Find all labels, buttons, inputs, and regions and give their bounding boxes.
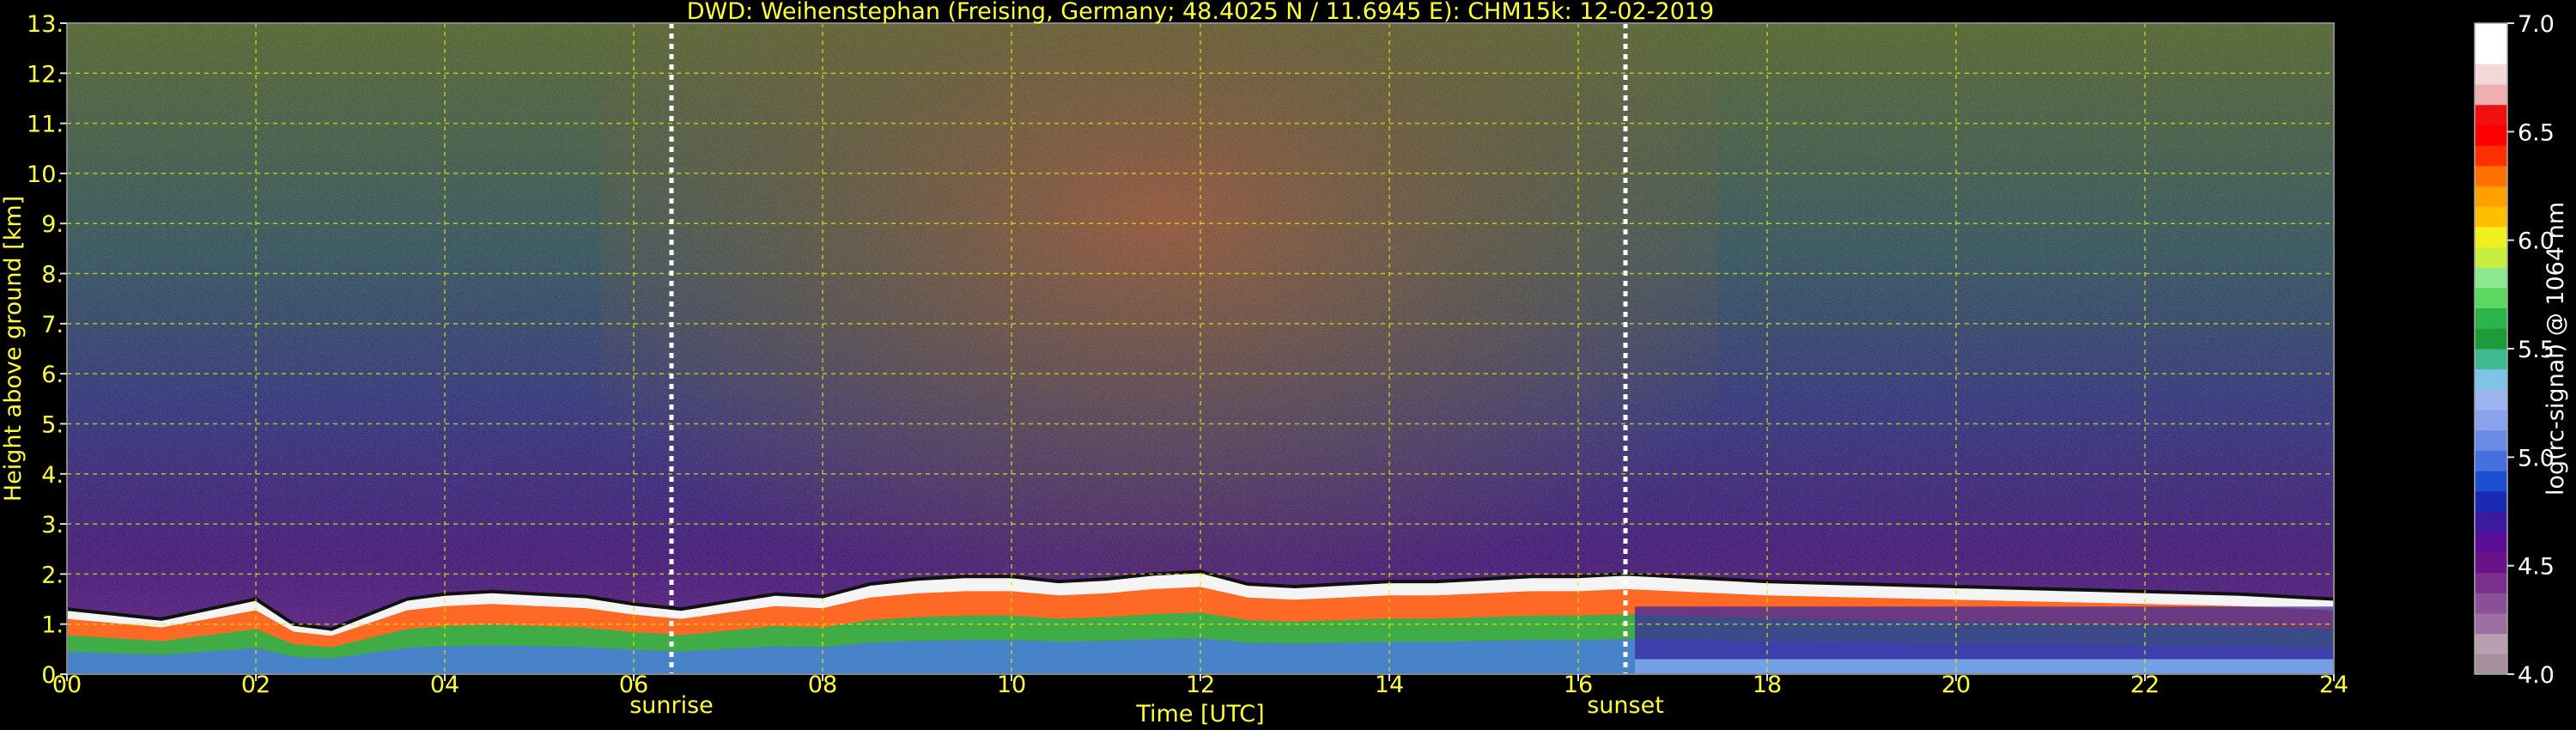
y-tick-label: 1.	[41, 612, 64, 639]
x-tick-label: 10	[997, 672, 1026, 698]
event-label-sunset: sunset	[1587, 692, 1664, 719]
colorbar-tick-label: 6.5	[2518, 119, 2555, 146]
x-tick-label: 22	[2130, 672, 2160, 698]
y-tick-label: 6.	[41, 362, 64, 388]
y-tick-label: 7.	[41, 312, 64, 338]
colorbar-segment	[2475, 125, 2507, 146]
x-tick-label: 14	[1375, 672, 1404, 698]
colorbar-segment	[2475, 349, 2507, 370]
y-tick-label: 4.	[41, 462, 64, 489]
colorbar-tick-label: 4.5	[2518, 554, 2555, 581]
colorbar-segment	[2475, 307, 2507, 329]
x-axis-label: Time [UTC]	[1135, 701, 1264, 727]
colorbar-segment	[2475, 410, 2507, 431]
colorbar-tick-label: 4.0	[2518, 662, 2555, 689]
colorbar-segment	[2475, 368, 2507, 390]
colorbar-segment	[2475, 450, 2507, 471]
chart-title: DWD: Weihenstephan (Freising, Germany; 4…	[687, 0, 1715, 25]
y-tick-label: 3.	[41, 512, 64, 538]
x-tick-label: 04	[430, 672, 459, 698]
y-tick-label: 9.	[41, 211, 64, 238]
x-tick-label: 12	[1186, 672, 1215, 698]
y-tick-label: 2.	[41, 562, 64, 588]
x-tick-label: 20	[1941, 672, 1971, 698]
x-tick-label: 24	[2319, 672, 2348, 698]
colorbar-segment	[2475, 389, 2507, 411]
colorbar-segment	[2475, 206, 2507, 228]
colorbar-segment	[2475, 471, 2507, 492]
colorbar-segment	[2475, 104, 2507, 125]
colorbar-segment	[2475, 23, 2507, 45]
colorbar-label: log(rc-signal) @ 1064 nm	[2543, 202, 2569, 496]
x-tick-label: 18	[1753, 672, 1782, 698]
night-surface-layer	[1635, 659, 2334, 674]
colorbar-segment	[2475, 328, 2507, 350]
event-label-sunrise: sunrise	[629, 692, 714, 719]
y-tick-label: 12.	[27, 61, 64, 88]
x-tick-label: 02	[241, 672, 270, 698]
ceilometer-chart: DWD: Weihenstephan (Freising, Germany; 4…	[0, 0, 2569, 727]
colorbar-segment	[2475, 287, 2507, 309]
plot-area	[67, 23, 2334, 674]
colorbar-segment	[2475, 593, 2507, 614]
colorbar-segment	[2475, 654, 2507, 675]
colorbar-segment	[2475, 612, 2507, 635]
colorbar-segment	[2475, 267, 2507, 289]
colorbar-segment	[2475, 64, 2507, 85]
y-tick-label: 0.	[41, 662, 64, 689]
colorbar-segment	[2475, 43, 2507, 64]
y-tick-label: 13.	[27, 11, 64, 38]
colorbar-tick-label: 7.0	[2518, 11, 2555, 38]
colorbar-segment	[2475, 532, 2507, 553]
x-tick-label: 08	[808, 672, 837, 698]
colorbar-segment	[2475, 226, 2507, 248]
y-tick-label: 11.	[27, 112, 64, 138]
colorbar-segment	[2475, 246, 2507, 268]
colorbar-segment	[2475, 84, 2507, 106]
y-axis-label: Height above ground [km]	[0, 196, 27, 502]
colorbar-segment	[2475, 633, 2507, 654]
y-tick-label: 8.	[41, 262, 64, 289]
colorbar-segment	[2475, 490, 2507, 512]
colorbar-segment	[2475, 572, 2507, 593]
colorbar-segment	[2475, 511, 2507, 532]
colorbar-segment	[2475, 165, 2507, 186]
y-tick-label: 5.	[41, 411, 64, 438]
colorbar-segment	[2475, 551, 2507, 574]
y-tick-label: 10.	[27, 161, 64, 188]
night-residual-layer	[1635, 606, 2334, 660]
colorbar-segment	[2475, 145, 2507, 167]
colorbar-segment	[2475, 186, 2507, 207]
colorbar-segment	[2475, 429, 2507, 451]
